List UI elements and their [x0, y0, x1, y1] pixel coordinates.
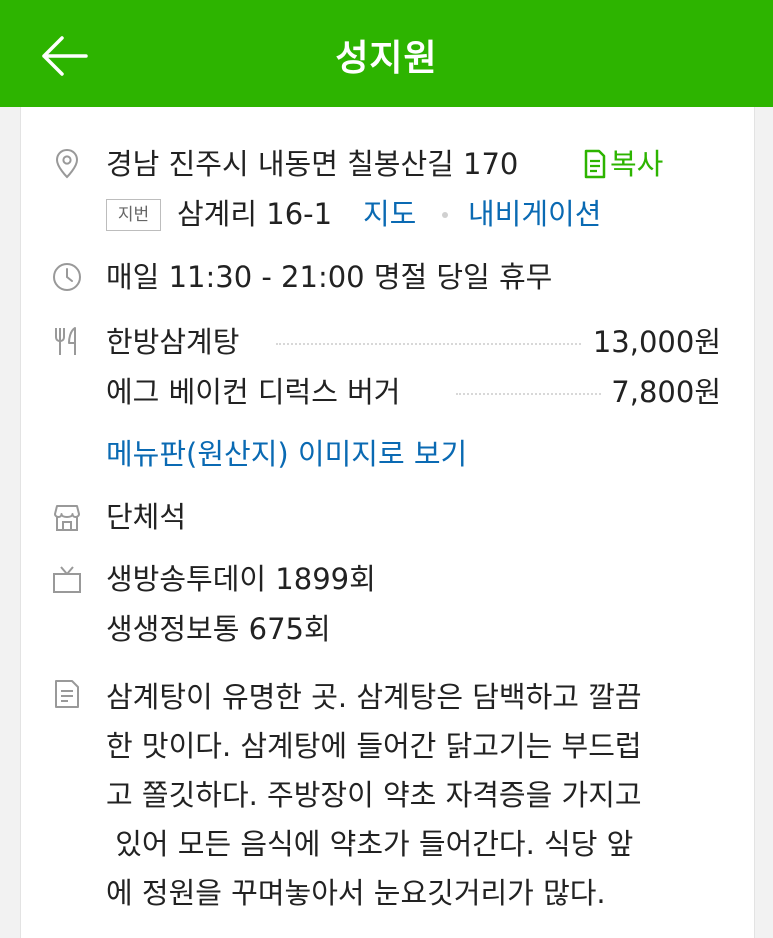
- location-pin-icon: [55, 148, 79, 179]
- facilities-text: 단체석: [106, 500, 187, 534]
- navigation-link[interactable]: 내비게이션: [468, 197, 601, 231]
- menu-image-link[interactable]: 메뉴판(원산지) 이미지로 보기: [106, 437, 467, 471]
- separator-dot: [442, 212, 448, 218]
- description-line: 있어 모든 음식에 약초가 들어간다. 식당 앞: [106, 827, 634, 861]
- menu-item-name: 한방삼계탕: [106, 325, 240, 359]
- business-hours: 매일 11:30 - 21:00 명절 당일 휴무: [106, 260, 553, 294]
- road-address: 경남 진주시 내동면 칠봉산길 170: [106, 147, 519, 181]
- store-icon: [54, 505, 80, 531]
- clock-icon: [53, 263, 81, 291]
- copy-icon[interactable]: [583, 149, 607, 179]
- tv-appearance: 생생정보통 675회: [106, 612, 331, 646]
- place-info-card: 경남 진주시 내동면 칠봉산길 170 복사 지번 삼계리 16-1 지도 내비…: [20, 107, 755, 938]
- dotted-leader: [276, 343, 581, 345]
- tv-icon: [53, 566, 81, 593]
- page-title: 성지원: [335, 38, 438, 79]
- description-line: 에 정원을 꾸며놓아서 눈요깃거리가 많다.: [106, 876, 606, 910]
- fork-knife-icon: [55, 327, 76, 355]
- menu-item-name: 에그 베이컨 디럭스 버거: [106, 375, 401, 409]
- description-line: 삼계탕이 유명한 곳. 삼계탕은 담백하고 깔끔: [106, 680, 642, 714]
- place-description: 삼계탕이 유명한 곳. 삼계탕은 담백하고 깔끔 한 맛이다. 삼계탕에 들어간…: [106, 673, 741, 918]
- description-line: 한 맛이다. 삼계탕에 들어간 닭고기는 부드럽: [106, 729, 642, 763]
- menu-item-price: 13,000원: [592, 325, 721, 359]
- copy-button[interactable]: 복사: [610, 147, 663, 181]
- jibun-badge: 지번: [106, 199, 161, 231]
- jibun-address: 삼계리 16-1: [177, 197, 333, 231]
- menu-item-price: 7,800원: [611, 375, 721, 409]
- dotted-leader: [456, 393, 601, 395]
- description-line: 고 쫄깃하다. 주방장이 약초 자격증을 가지고: [106, 778, 642, 812]
- app-header: 성지원: [0, 0, 773, 107]
- map-link[interactable]: 지도: [363, 197, 416, 231]
- tv-appearance: 생방송투데이 1899회: [106, 562, 376, 596]
- document-icon: [55, 680, 79, 708]
